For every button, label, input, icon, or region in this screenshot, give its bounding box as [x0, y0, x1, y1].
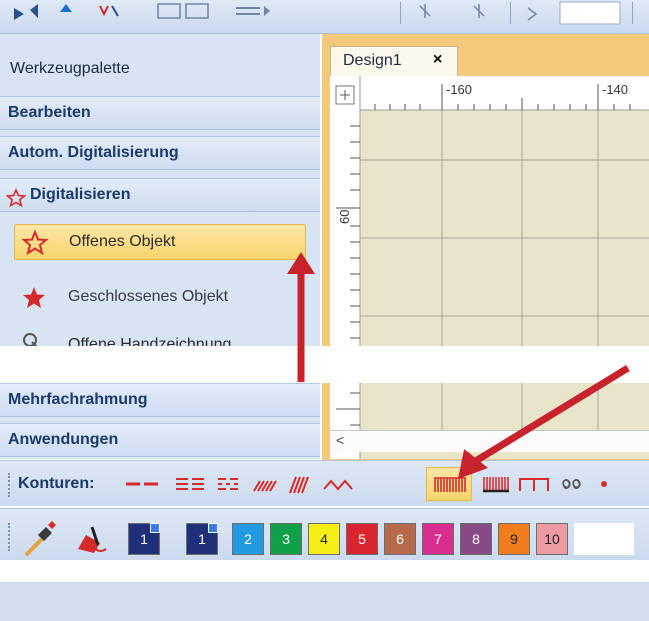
swatch-number: 4 — [320, 531, 328, 547]
stitch-icon-b[interactable] — [473, 4, 485, 18]
ruler-label: -140 — [602, 82, 628, 97]
color-swatch[interactable]: 5 — [346, 523, 378, 555]
category-label: Anwendungen — [8, 431, 119, 448]
color-swatch[interactable]: 2 — [232, 523, 264, 555]
main-toolbar — [0, 0, 649, 34]
motif-line-icon[interactable] — [562, 479, 581, 489]
swatch-number: 6 — [396, 531, 404, 547]
blanket-bar-icon[interactable] — [483, 477, 509, 493]
toolbar-grip[interactable] — [8, 473, 12, 497]
color-swatch[interactable]: 9 — [498, 523, 530, 555]
zoom-field[interactable] — [559, 1, 621, 25]
color-swatch[interactable]: 6 — [384, 523, 416, 555]
color-swatch[interactable]: 1 — [186, 523, 218, 555]
fill-color-icon[interactable] — [78, 526, 107, 553]
contour-icons-right — [483, 477, 607, 493]
color-swatch[interactable]: 7 — [422, 523, 454, 555]
frame-icon-a[interactable] — [157, 3, 181, 19]
freehand-icon — [23, 333, 38, 346]
tab-label: Design1 — [343, 52, 402, 69]
blanket-stitch-line-button[interactable] — [426, 467, 472, 501]
canvas-grid: -160 -140 60 — [330, 76, 649, 346]
tool-freehand[interactable]: Offene Handzeichnung — [14, 330, 306, 346]
ruler-label: -160 — [446, 82, 472, 97]
category-label: Digitalisieren — [30, 186, 131, 203]
swatch-number: 3 — [282, 531, 290, 547]
tool-palette-lower: Mehrfachrahmung Anwendungen — [0, 383, 320, 459]
open-star-small-icon — [6, 188, 26, 208]
blanket-stitch-icon — [434, 477, 466, 492]
double-run-line-icon[interactable] — [176, 478, 204, 490]
current-color-marker — [208, 523, 218, 533]
tool-label: Geschlossenes Objekt — [68, 288, 229, 305]
category-autodigitizing[interactable]: Autom. Digitalisierung — [0, 136, 320, 170]
swatch-number: 7 — [434, 531, 442, 547]
category-label: Bearbeiten — [8, 104, 91, 121]
swatch-number: 10 — [544, 531, 560, 547]
category-applications[interactable]: Anwendungen — [0, 423, 320, 457]
swatch-number: 1 — [198, 531, 206, 547]
swatch-number: 1 — [140, 531, 148, 547]
swatch-number: 2 — [244, 531, 252, 547]
tool-label: Offene Handzeichnung — [68, 336, 232, 346]
frame-icon-b[interactable] — [185, 3, 209, 19]
category-bearbeiten[interactable]: Bearbeiten — [0, 96, 320, 130]
satin-line-icon[interactable] — [253, 480, 277, 492]
scroll-left-icon[interactable]: < — [336, 432, 344, 448]
sequence-icon[interactable] — [527, 7, 538, 21]
category-multihoop[interactable]: Mehrfachrahmung — [0, 383, 320, 417]
current-color-marker — [150, 523, 160, 533]
swatch-number: 8 — [472, 531, 480, 547]
stitch-icon-a[interactable] — [419, 4, 431, 18]
reshape-icon[interactable] — [99, 5, 119, 17]
swatch-number: 5 — [358, 531, 366, 547]
ruler-label: 60 — [337, 210, 352, 224]
category-label: Mehrfachrahmung — [8, 391, 148, 408]
tool-closed-object[interactable]: Geschlossenes Objekt — [14, 280, 306, 316]
palette-title: Werkzeugpalette — [10, 60, 130, 77]
color-swatch[interactable]: 4 — [308, 523, 340, 555]
open-object-star-icon — [21, 229, 49, 256]
color-swatch[interactable]: 8 — [460, 523, 492, 555]
contour-label: Konturen: — [18, 475, 95, 492]
raised-satin-line-icon[interactable] — [289, 476, 309, 494]
status-bar — [0, 582, 649, 621]
zigzag-line-icon[interactable] — [323, 479, 353, 491]
category-digitalisieren[interactable]: Digitalisieren — [0, 178, 320, 212]
e-stitch-icon[interactable] — [519, 478, 549, 491]
color-swatch[interactable]: 1 — [128, 523, 160, 555]
contour-toolbar: Konturen: — [0, 460, 649, 506]
color-bar: 1 1 2 3 4 5 6 7 8 9 10 — [0, 508, 649, 560]
close-icon[interactable]: × — [433, 51, 442, 69]
color-bar-spacer — [574, 523, 634, 555]
select-arrow-icon[interactable] — [14, 8, 24, 20]
color-tools — [24, 521, 107, 557]
category-label: Autom. Digitalisierung — [8, 144, 179, 161]
closed-object-star-icon — [23, 287, 45, 308]
swatch-number: 9 — [510, 531, 518, 547]
horizontal-scrollbar[interactable]: < — [330, 430, 649, 452]
sort-arrows-icon[interactable] — [30, 4, 72, 18]
tool-label: Offenes Objekt — [69, 233, 176, 250]
tab-design1[interactable]: Design1 × — [330, 46, 458, 76]
color-swatch[interactable]: 10 — [536, 523, 568, 555]
design-canvas[interactable]: -160 -140 60 — [330, 76, 649, 346]
color-swatch[interactable]: 3 — [270, 523, 302, 555]
bead-line-icon[interactable] — [601, 481, 607, 487]
align-icon[interactable] — [236, 6, 270, 16]
eyedropper-icon[interactable] — [24, 521, 56, 557]
triple-run-line-icon[interactable] — [218, 478, 238, 490]
tool-palette: Werkzeugpalette Bearbeiten Autom. Digita… — [0, 34, 320, 346]
tool-open-object[interactable]: Offenes Objekt — [14, 224, 306, 260]
contour-icons — [126, 476, 353, 494]
toolbar-grip[interactable] — [8, 523, 12, 551]
toolbar-icons — [14, 1, 633, 25]
